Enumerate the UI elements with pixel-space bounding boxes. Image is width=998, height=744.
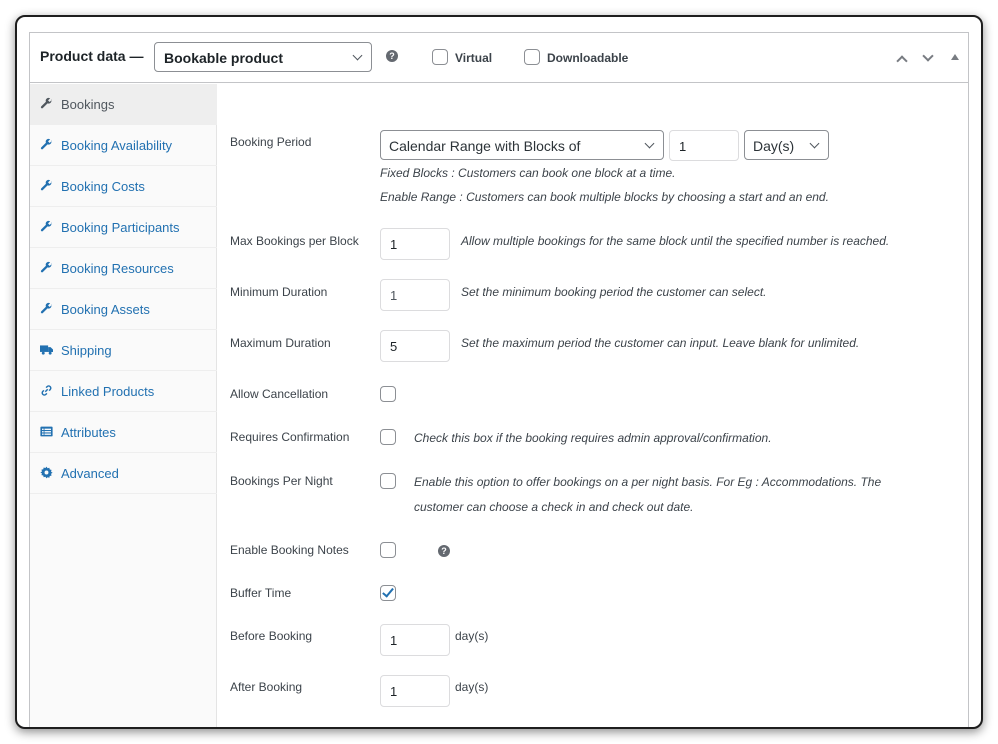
help-icon[interactable]: ? [386,50,398,62]
requires-confirmation-label: Requires Confirmation [230,430,350,444]
tab-label: Booking Assets [61,302,150,317]
max-duration-label: Maximum Duration [230,336,331,350]
wrench-icon [40,302,52,314]
booking-notes-label: Enable Booking Notes [230,543,349,557]
gear-icon [40,466,53,479]
tab-booking-resources[interactable]: Booking Resources [30,248,217,289]
tab-booking-costs[interactable]: Booking Costs [30,166,217,207]
product-data-header: Product data — Bookable product ? Virtua… [30,33,968,83]
tab-booking-availability[interactable]: Booking Availability [30,125,217,166]
allow-cancellation-label: Allow Cancellation [230,387,329,401]
chevron-down-icon [809,138,820,149]
move-down-icon[interactable] [922,50,934,62]
requires-confirmation-checkbox[interactable] [380,429,396,445]
max-duration-desc: Set the maximum period the customer can … [461,336,860,350]
buffer-time-label: Buffer Time [230,586,292,600]
per-night-desc-line1: Enable this option to offer bookings on … [414,475,882,489]
tab-label: Shipping [61,343,112,358]
link-icon [41,385,52,396]
tab-label: Attributes [61,425,116,440]
tab-label: Booking Availability [61,138,173,153]
tab-label: Booking Costs [61,179,145,194]
move-up-icon[interactable] [896,55,908,67]
bookings-options-panel: Booking Period Calendar Range with Block… [218,84,968,727]
wrench-icon [40,138,52,150]
min-duration-label: Minimum Duration [230,285,328,299]
before-booking-input[interactable]: 1 [380,624,450,656]
tab-attributes[interactable]: Attributes [30,412,217,453]
max-bookings-desc: Allow multiple bookings for the same blo… [461,234,890,248]
after-booking-unit: day(s) [455,680,489,694]
booking-period-desc-range: Enable Range : Customers can book multip… [380,190,829,204]
toggle-panel-icon[interactable] [951,54,959,60]
requires-confirmation-desc: Check this box if the booking requires a… [414,431,772,445]
tab-bookings[interactable]: Bookings [30,84,217,125]
per-night-desc-line2: customer can choose a check in and check… [414,500,694,514]
tab-label: Booking Resources [61,261,174,276]
chevron-down-icon [644,138,655,149]
virtual-checkbox[interactable] [432,49,448,65]
downloadable-checkbox[interactable] [524,49,540,65]
tab-label: Linked Products [61,384,155,399]
booking-period-label: Booking Period [230,135,312,149]
tab-label: Advanced [61,466,119,481]
downloadable-label: Downloadable [547,51,629,65]
booking-block-input[interactable]: 1 [669,130,739,161]
booking-block-value: 1 [679,139,687,154]
booking-period-type-select[interactable]: Calendar Range with Blocks of [380,130,664,160]
tab-label: Booking Participants [61,220,180,235]
tab-booking-assets[interactable]: Booking Assets [30,289,217,330]
product-type-select[interactable]: Bookable product [154,42,372,72]
allow-cancellation-checkbox[interactable] [380,386,396,402]
wrench-icon [40,97,52,109]
wrench-icon [40,179,52,191]
booking-unit-select[interactable]: Day(s) [744,130,829,160]
min-duration-input[interactable]: 1 [380,279,450,311]
screenshot-frame: Product data — Bookable product ? Virtua… [15,15,983,729]
product-data-title: Product data — [40,48,144,64]
booking-unit-value: Day(s) [753,138,795,154]
list-icon [40,426,53,437]
product-type-value: Bookable product [164,50,284,66]
tab-advanced[interactable]: Advanced [30,453,217,494]
wrench-icon [40,261,52,273]
booking-notes-checkbox[interactable] [380,542,396,558]
per-night-checkbox[interactable] [380,473,396,489]
after-booking-input[interactable]: 1 [380,675,450,707]
product-data-tabs: Bookings Booking Availability Booking Co… [30,84,217,727]
max-bookings-input[interactable]: 1 [380,228,450,260]
before-booking-label: Before Booking [230,629,313,643]
help-icon[interactable]: ? [438,545,450,557]
tab-label: Bookings [61,97,115,112]
booking-period-type-value: Calendar Range with Blocks of [389,138,581,154]
tab-linked-products[interactable]: Linked Products [30,371,217,412]
booking-period-desc-fixed: Fixed Blocks : Customers can book one bl… [380,166,676,180]
chevron-down-icon [352,50,363,61]
max-bookings-label: Max Bookings per Block [230,234,359,248]
max-bookings-value: 1 [390,237,398,252]
after-booking-label: After Booking [230,680,303,694]
tab-booking-participants[interactable]: Booking Participants [30,207,217,248]
per-night-label: Bookings Per Night [230,474,333,488]
buffer-time-checkbox[interactable] [380,585,396,601]
after-booking-value: 1 [390,684,398,699]
before-booking-value: 1 [390,633,398,648]
min-duration-value: 1 [390,288,398,303]
min-duration-desc: Set the minimum booking period the custo… [461,285,767,299]
truck-icon [40,345,53,355]
max-duration-value: 5 [390,339,398,354]
max-duration-input[interactable]: 5 [380,330,450,362]
product-data-panel: Product data — Bookable product ? Virtua… [29,32,969,727]
wrench-icon [40,220,52,232]
tab-shipping[interactable]: Shipping [30,330,217,371]
before-booking-unit: day(s) [455,629,489,643]
virtual-label: Virtual [455,51,493,65]
